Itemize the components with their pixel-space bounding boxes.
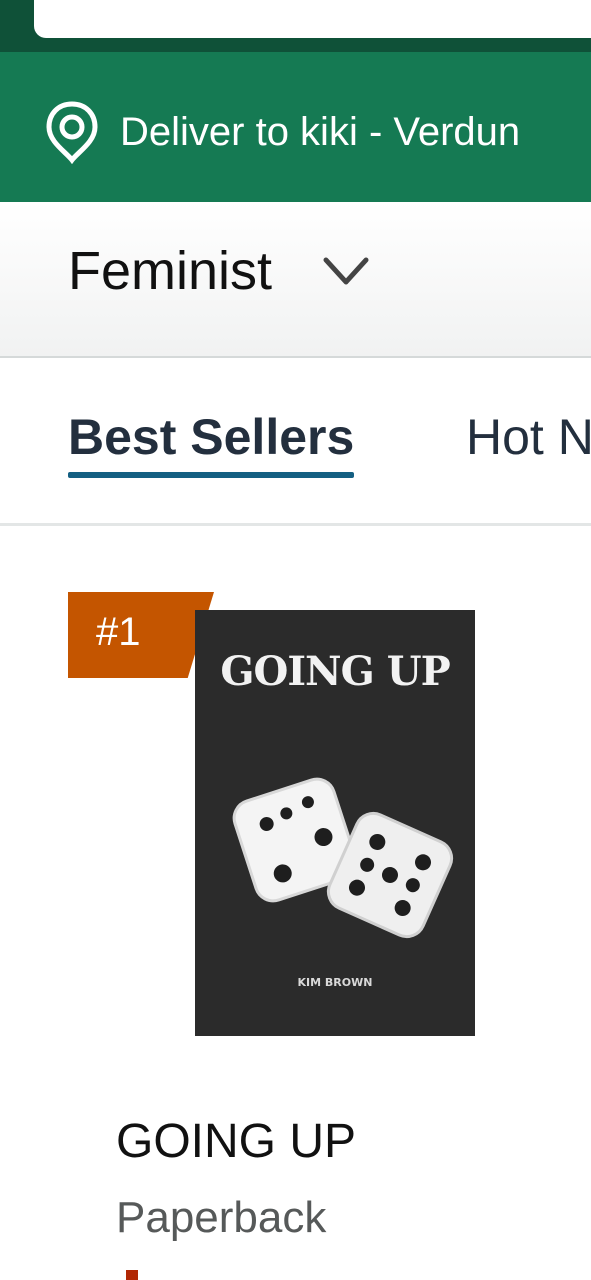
chevron-down-icon[interactable] — [322, 254, 370, 288]
category-selector[interactable]: Feminist — [0, 202, 591, 358]
location-pin-icon — [46, 101, 98, 164]
cover-author: KIM BROWN — [297, 976, 373, 989]
tab-best-sellers[interactable]: Best Sellers — [68, 408, 355, 478]
deliver-to-label: Deliver to kiki - Verdun — [120, 110, 521, 154]
list-tabs: Best Sellers Hot N — [0, 360, 591, 526]
tab-hot-new[interactable]: Hot N — [466, 408, 591, 466]
search-input[interactable] — [34, 0, 591, 38]
dice-icon — [232, 777, 454, 939]
cover-title: GOING UP — [220, 648, 450, 695]
category-label: Feminist — [68, 241, 273, 301]
product-title[interactable]: GOING UP — [116, 1114, 356, 1170]
product-format: Paperback — [116, 1193, 327, 1242]
rank-label: #1 — [96, 610, 141, 654]
rank-badge: #1 — [68, 592, 214, 678]
deliver-to-bar[interactable]: Deliver to kiki - Verdun — [0, 52, 591, 202]
top-search-bar — [0, 0, 591, 52]
price-partial — [126, 1270, 138, 1280]
product-image[interactable]: GOING UP KIM BROWN — [195, 610, 475, 1036]
